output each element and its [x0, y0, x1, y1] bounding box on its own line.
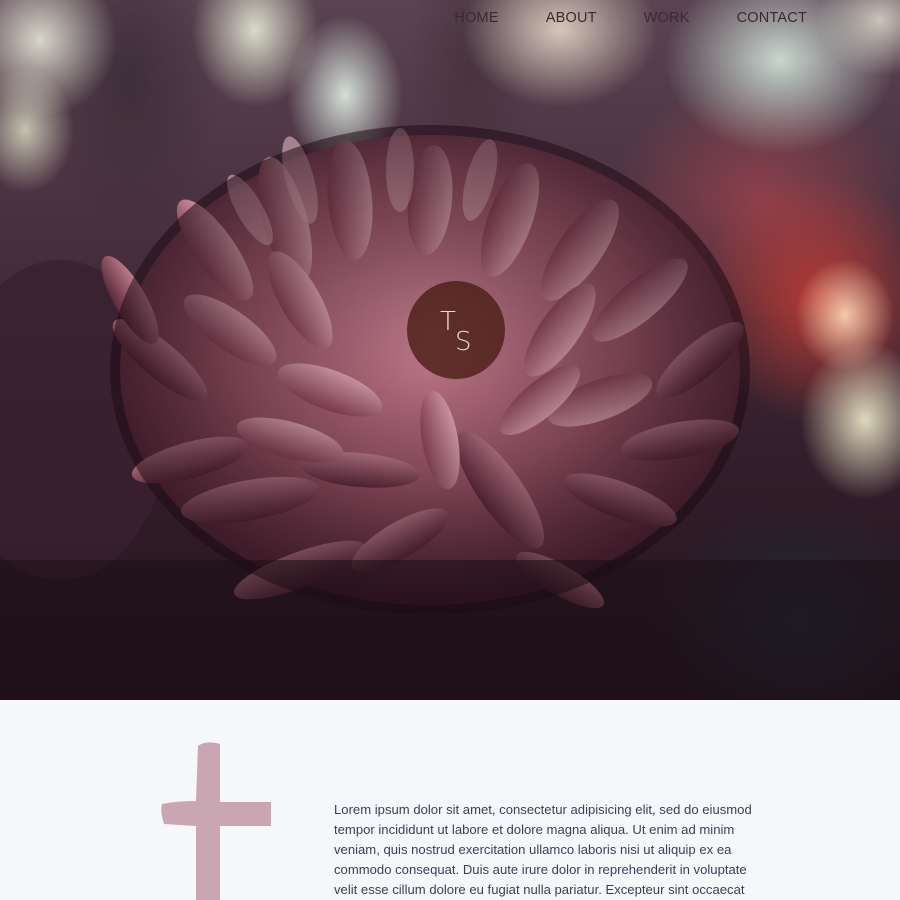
logo-letter-s: S	[455, 327, 472, 357]
intro-section: Lorem ipsum dolor sit amet, consectetur …	[0, 700, 900, 900]
main-nav: HOME ABOUT WORK CONTACT	[454, 8, 807, 28]
nav-home-link[interactable]: HOME	[454, 8, 498, 28]
nav-contact-link[interactable]: CONTACT	[737, 8, 807, 28]
site-logo[interactable]: T S	[407, 281, 505, 379]
drop-letter-t	[161, 742, 271, 900]
logo-letter-t: T	[440, 307, 456, 337]
nav-work-link[interactable]: WORK	[644, 8, 690, 28]
intro-paragraph: Lorem ipsum dolor sit amet, consectetur …	[334, 802, 752, 897]
page: HOME ABOUT WORK CONTACT T S Lorem ipsum …	[0, 0, 900, 900]
hero-section: HOME ABOUT WORK CONTACT T S	[0, 0, 900, 700]
nav-about-link[interactable]: ABOUT	[546, 8, 597, 28]
